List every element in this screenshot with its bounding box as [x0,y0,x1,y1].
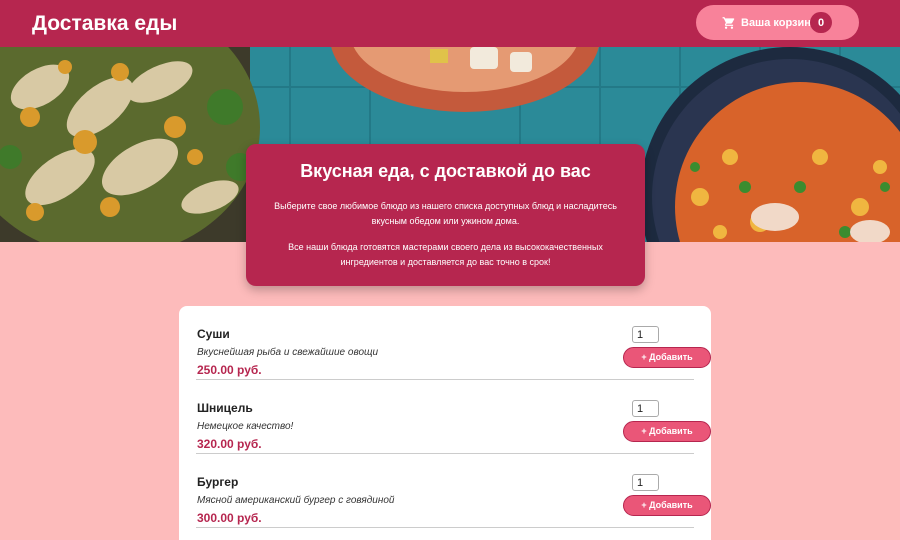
add-to-cart-button[interactable]: + Добавить [623,347,711,368]
meal-item: Суши Вкуснейшая рыба и свежайшие овощи 2… [196,306,711,380]
meal-name: Бургер [197,475,239,489]
meal-name: Суши [197,327,230,341]
meal-description: Вкуснейшая рыба и свежайшие овощи [197,347,379,358]
meal-item: Шницель Немецкое качество! 320.00 руб. +… [196,380,711,454]
quantity-input[interactable] [632,400,659,417]
cart-button[interactable]: Ваша корзина 0 [696,5,859,40]
hero-info-card: Вкусная еда, с доставкой до вас Выберите… [246,144,645,286]
meal-name: Шницель [197,401,253,415]
meal-price: 300.00 руб. [197,511,262,525]
cart-label: Ваша корзина [741,16,818,29]
meal-description: Немецкое качество! [197,421,294,432]
quantity-input[interactable] [632,474,659,491]
meals-list: Суши Вкуснейшая рыба и свежайшие овощи 2… [179,306,711,540]
meal-item: Бургер Мясной американский бургер с говя… [196,454,711,528]
page-title: Доставка еды [32,12,178,35]
cart-count-badge: 0 [810,12,832,33]
hero-description-1: Выберите свое любимое блюдо из нашего сп… [274,201,617,226]
add-to-cart-button[interactable]: + Добавить [623,421,711,442]
hero-description-2: Все наши блюда готовятся мастерами своег… [288,242,603,267]
meal-description: Мясной американский бургер с говядиной [197,495,395,506]
hero-title: Вкусная еда, с доставкой до вас [300,161,591,181]
add-to-cart-button[interactable]: + Добавить [623,495,711,516]
meal-price: 320.00 руб. [197,437,262,451]
meal-price: 250.00 руб. [197,363,262,377]
app-header: Доставка еды Ваша корзина 0 [0,0,900,47]
quantity-input[interactable] [632,326,659,343]
cart-icon [722,16,736,30]
